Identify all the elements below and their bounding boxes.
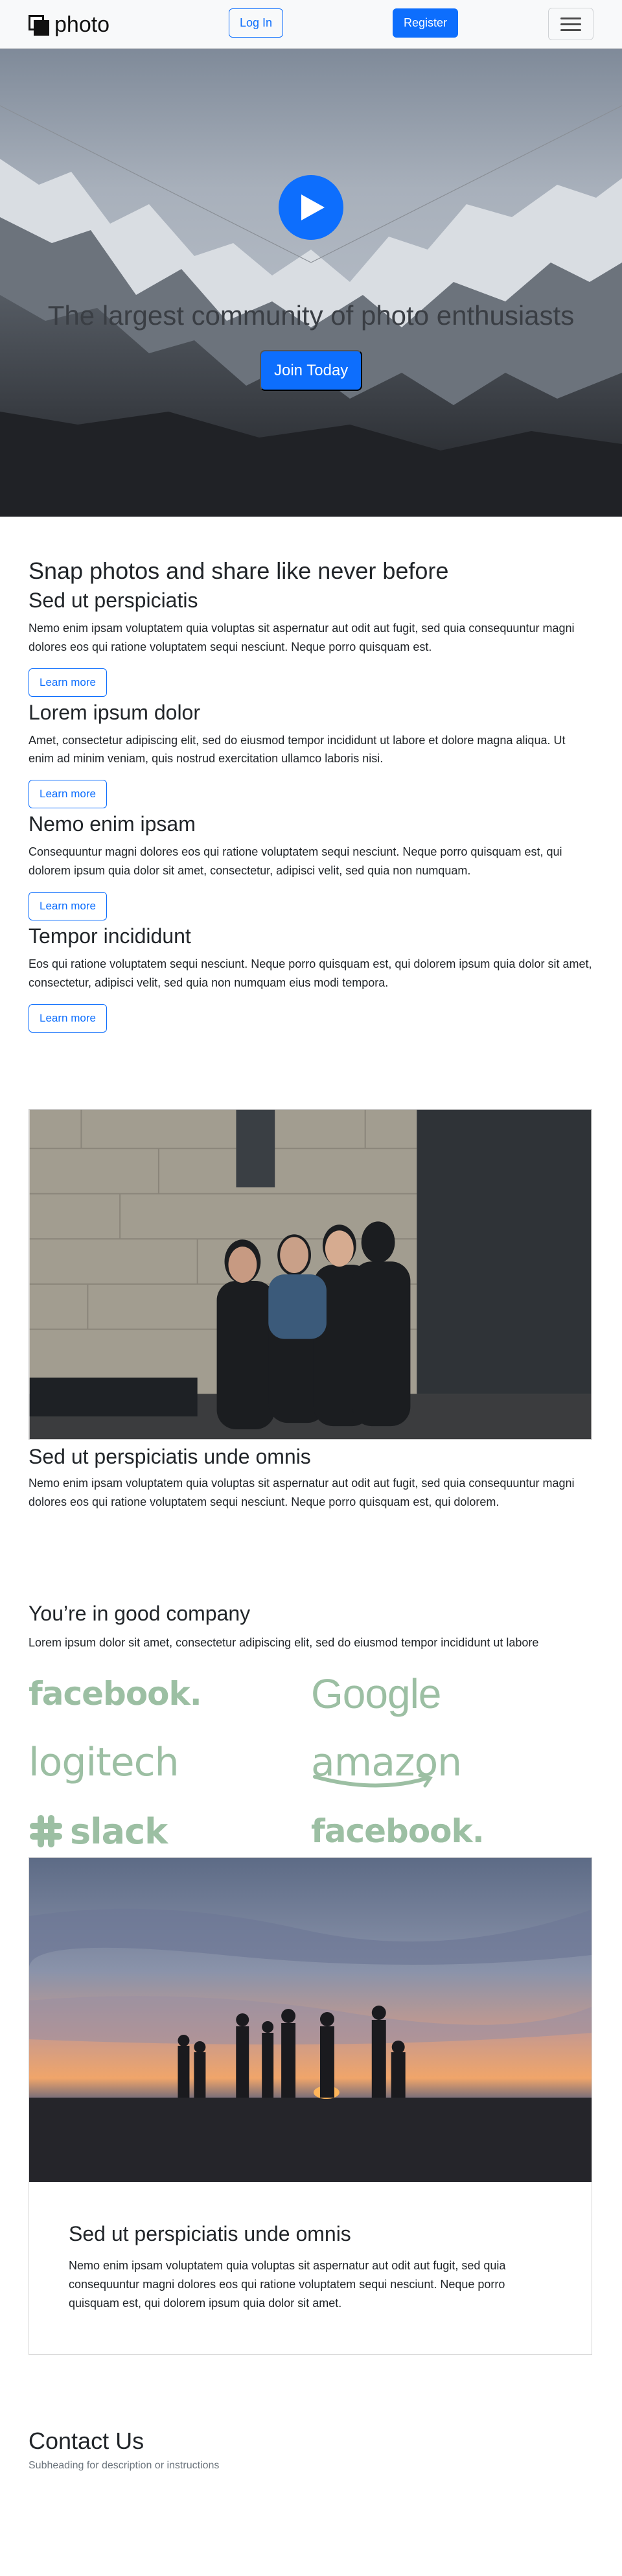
feature-title: Tempor incididunt [29, 924, 191, 948]
login-button[interactable]: Log In [229, 8, 284, 38]
features-section: Snap photos and share like never before … [0, 517, 622, 1036]
learn-more-button[interactable]: Learn more [29, 891, 107, 921]
play-button[interactable] [279, 175, 343, 240]
contact-heading: Contact Us [29, 2427, 144, 2454]
photo-section-title: Sed ut perspiciatis unde omnis [29, 1444, 311, 1468]
card-title: Sed ut perspiciatis unde omnis [69, 2222, 351, 2246]
hero-title: The largest community of photo enthusias… [47, 300, 575, 331]
contact-section: Contact Us Subheading for description or… [0, 2355, 622, 2472]
logitech-logo: logitech [29, 1740, 179, 1786]
feature-text: Nemo enim ipsam voluptatem quia voluptas… [29, 622, 575, 653]
amazon-smile-icon [313, 1774, 433, 1788]
feature-item: Lorem ipsum dolor Amet, consectetur adip… [29, 701, 593, 813]
card-section: Sed ut perspiciatis unde omnis Nemo enim… [0, 1857, 622, 2355]
feature-item: Sed ut perspiciatis Nemo enim ipsam volu… [29, 589, 593, 701]
slack-logo: slack [29, 1805, 311, 1857]
feature-title: Nemo enim ipsam [29, 812, 196, 836]
feature-item: Nemo enim ipsam Consequuntur magni dolor… [29, 812, 593, 924]
feature-item: Tempor incididunt Eos qui ratione volupt… [29, 924, 593, 1036]
play-icon [301, 194, 325, 220]
brand-link[interactable]: photo [29, 12, 109, 38]
feature-text: Consequuntur magni dolores eos qui ratio… [29, 845, 562, 878]
join-today-button[interactable]: Join Today [260, 350, 363, 392]
facebook-logo: facebook. [311, 1812, 485, 1851]
company-section: You’re in good company Lorem ipsum dolor… [0, 1511, 622, 1857]
beach-bonfire-photo [29, 1858, 592, 2183]
learn-more-button[interactable]: Learn more [29, 780, 107, 809]
contact-subheading: Subheading for description or instructio… [29, 2459, 220, 2471]
facebook-logo: facebook. [29, 1675, 202, 1713]
company-heading: You’re in good company [29, 1602, 251, 1626]
company-text: Lorem ipsum dolor sit amet, consectetur … [29, 1636, 539, 1650]
feature-text: Amet, consectetur adipiscing elit, sed d… [29, 733, 566, 766]
card-body: Sed ut perspiciatis unde omnis Nemo enim… [29, 2182, 592, 2354]
partner-logos: facebook. Google logitech amazon slack f… [29, 1668, 593, 1857]
feature-card: Sed ut perspiciatis unde omnis Nemo enim… [29, 1857, 592, 2355]
google-logo: Google [311, 1670, 441, 1718]
amazon-logo: amazon [311, 1737, 593, 1788]
photo-section-text: Nemo enim ipsam voluptatem quia voluptas… [29, 1476, 575, 1508]
learn-more-button[interactable]: Learn more [29, 668, 107, 697]
hamburger-icon [560, 17, 581, 19]
navbar: photo Log In Register [0, 0, 622, 49]
mountain-background-image [0, 49, 622, 517]
group-selfie-photo [29, 1108, 592, 1440]
feature-title: Sed ut perspiciatis [29, 589, 198, 612]
feature-text: Eos qui ratione voluptatem sequi nesciun… [29, 957, 592, 989]
photo-logo-icon [29, 14, 49, 36]
card-text: Nemo enim ipsam voluptatem quia voluptas… [69, 2259, 506, 2310]
features-heading: Snap photos and share like never before [29, 557, 449, 584]
photo-section: Sed ut perspiciatis unde omnis Nemo enim… [0, 1036, 622, 1512]
register-button[interactable]: Register [393, 8, 459, 38]
slack-hash-icon [30, 1815, 62, 1848]
feature-title: Lorem ipsum dolor [29, 700, 200, 724]
brand-name: photo [54, 12, 110, 37]
menu-toggle-button[interactable] [548, 8, 593, 40]
hero: The largest community of photo enthusias… [0, 49, 622, 517]
learn-more-button[interactable]: Learn more [29, 1003, 107, 1033]
